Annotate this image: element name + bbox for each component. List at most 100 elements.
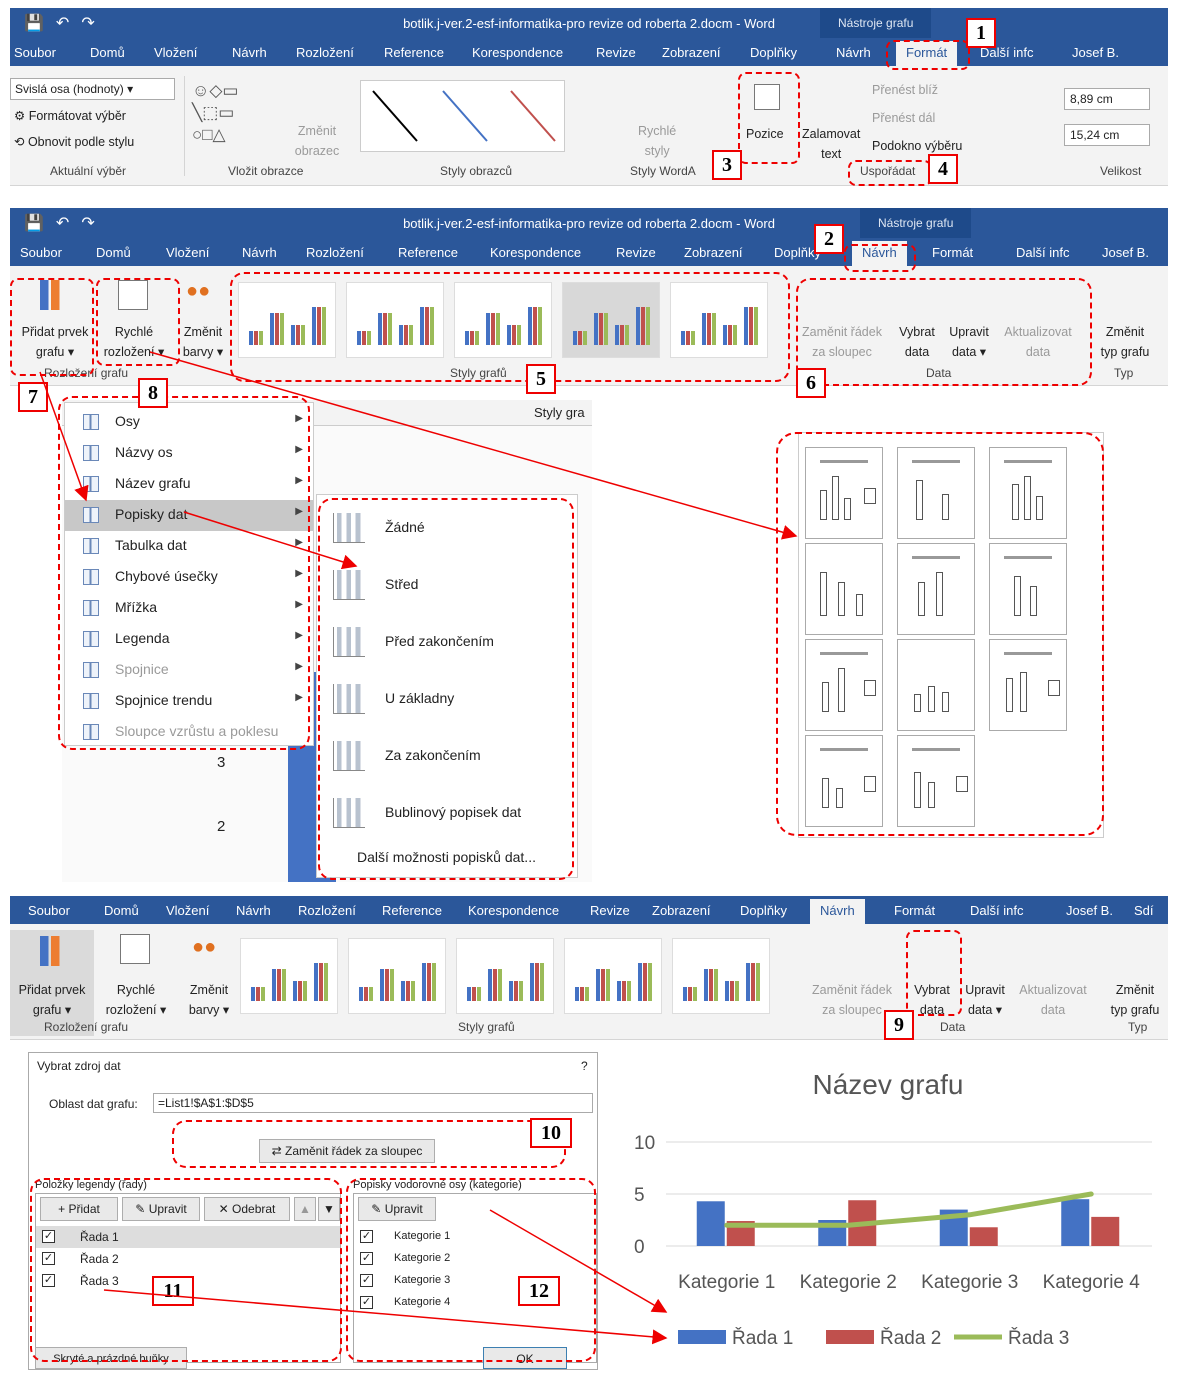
style-thumb-bar (627, 981, 631, 1001)
style-thumb-bar (298, 981, 302, 1001)
add-element-icon (40, 936, 68, 966)
send-backward-button[interactable]: Přenést dál (872, 108, 935, 128)
style-thumb-bar (693, 987, 697, 1001)
ribbon-tabs-2: Soubor Domů Vložení Návrh Rozložení Refe… (10, 238, 1168, 266)
style-thumb-bar (601, 969, 605, 1001)
tab-korespondence[interactable]: Korespondence (468, 903, 559, 918)
chart-style-thumb[interactable] (564, 938, 662, 1014)
chart-style-thumb[interactable] (348, 938, 446, 1014)
tab-reference[interactable]: Reference (384, 45, 444, 60)
change-colors-button[interactable]: Změnit barvy ▾ (180, 980, 238, 1020)
style-thumb-bar (277, 969, 281, 1001)
quick-layout-button[interactable]: Rychlé rozložení ▾ (100, 980, 172, 1020)
width-input[interactable]: 15,24 cm (1064, 124, 1150, 146)
tab-domu[interactable]: Domů (96, 245, 131, 260)
tab-soubor[interactable]: Soubor (20, 245, 62, 260)
tab-navrh[interactable]: Návrh (232, 45, 267, 60)
refresh-data-button[interactable]: Aktualizovat data (1012, 980, 1094, 1020)
tab-revize[interactable]: Revize (590, 903, 630, 918)
reset-style-label: Obnovit podle stylu (27, 135, 135, 149)
group-chart-styles: Styly grafů (458, 1020, 515, 1034)
colors-label-1: Změnit (183, 325, 223, 339)
shape-styles-gallery[interactable] (360, 80, 565, 152)
range-input[interactable]: =List1!$A$1:$D$5 (153, 1093, 593, 1113)
tab-zobrazeni[interactable]: Zobrazení (652, 903, 711, 918)
title-bar-2: 💾↶↷ botlik.j-ver.2-esf-informatika-pro r… (10, 208, 1168, 238)
group-layout: Rozložení grafu (44, 1020, 129, 1034)
chart-style-thumb[interactable] (672, 938, 770, 1014)
height-input[interactable]: 8,89 cm (1064, 88, 1150, 110)
type-label-1: Změnit (1105, 325, 1145, 339)
user-name[interactable]: Josef B. (1066, 903, 1113, 918)
style-thumb-bar (648, 963, 652, 1001)
x-tick-label: Kategorie 1 (678, 1272, 775, 1293)
tab-doplnky[interactable]: Doplňky (740, 903, 787, 918)
tab-navrh[interactable]: Návrh (236, 903, 271, 918)
tab-domu[interactable]: Domů (104, 903, 139, 918)
swap-label-1: Zaměnit řádek (812, 983, 892, 997)
tab-doplnky[interactable]: Doplňky (750, 45, 797, 60)
style-thumb-bar (535, 963, 539, 1001)
change-colors-button[interactable]: Změnit barvy ▾ (174, 322, 232, 362)
tell-me[interactable]: Další infc (970, 903, 1023, 918)
user-name[interactable]: Josef B. (1072, 45, 1119, 60)
tab-rozlozeni[interactable]: Rozložení (306, 245, 364, 260)
change-chart-type-button[interactable]: Změnit typ grafu (1102, 980, 1168, 1020)
tab-format[interactable]: Formát (932, 245, 973, 260)
quick-styles-button[interactable]: Rychlé styly (638, 121, 676, 161)
share-button[interactable]: Sdí (1134, 903, 1154, 918)
styles-label: styly (644, 144, 670, 158)
tab-rozlozeni[interactable]: Rozložení (298, 903, 356, 918)
tab-zobrazeni[interactable]: Zobrazení (684, 245, 743, 260)
tab-vlozeni[interactable]: Vložení (154, 45, 197, 60)
shapes-gallery[interactable]: ☺◇▭ ╲⬚▭ ○□△ (192, 80, 272, 150)
tab-chart-navrh[interactable]: Návrh (810, 899, 865, 924)
bring-forward-button[interactable]: Přenést blíž (872, 80, 938, 100)
tab-revize[interactable]: Revize (616, 245, 656, 260)
tab-rozlozeni[interactable]: Rozložení (296, 45, 354, 60)
tab-vlozeni[interactable]: Vložení (166, 245, 209, 260)
tab-reference[interactable]: Reference (382, 903, 442, 918)
tab-korespondence[interactable]: Korespondence (472, 45, 563, 60)
add-chart-element-button[interactable]: Přidat prvek grafu ▾ (12, 980, 92, 1020)
tab-soubor[interactable]: Soubor (14, 45, 56, 60)
edit-data-button[interactable]: Upravit data ▾ (960, 980, 1010, 1020)
change-shape-button[interactable]: Změnit obrazec (292, 121, 342, 161)
style-thumb-bar (488, 969, 492, 1001)
group-type: Typ (1128, 1020, 1148, 1034)
tab-korespondence[interactable]: Korespondence (490, 245, 581, 260)
tab-zobrazeni[interactable]: Zobrazení (662, 45, 721, 60)
chart-styles-gallery-3[interactable] (240, 938, 780, 1014)
tab-vlozeni[interactable]: Vložení (166, 903, 209, 918)
tell-me[interactable]: Další infc (1016, 245, 1069, 260)
reset-style-button[interactable]: ⟲ Obnovit podle stylu (14, 132, 134, 152)
selection-pane-button[interactable]: Podokno výběru (872, 136, 962, 156)
highlight (738, 72, 800, 164)
quick-label-2: rozložení (105, 1003, 157, 1017)
user-name[interactable]: Josef B. (1102, 245, 1149, 260)
chart-area[interactable]: Název grafu 10 5 0 Kategorie 1 Kategorie 2 Kat… (604, 1046, 1172, 1370)
tab-navrh[interactable]: Návrh (242, 245, 277, 260)
format-selection-button[interactable]: ⚙ Formátovat výběr (14, 106, 126, 126)
style-thumb-bar (622, 981, 626, 1001)
style-thumb-bar (704, 969, 708, 1001)
tab-format[interactable]: Formát (894, 903, 935, 918)
wrap-text-button[interactable]: Zalamovat text (802, 124, 860, 164)
tab-soubor[interactable]: Soubor (28, 903, 70, 918)
chart-element-dropdown[interactable]: Svislá osa (hodnoty) ▾ (10, 78, 175, 100)
help-button[interactable]: ? (581, 1059, 588, 1073)
style-thumb-bar (596, 969, 600, 1001)
change-chart-type-button[interactable]: Změnit typ grafu (1092, 322, 1158, 362)
chart-style-thumb[interactable] (456, 938, 554, 1014)
tab-domu[interactable]: Domů (90, 45, 125, 60)
tab-reference[interactable]: Reference (398, 245, 458, 260)
callout-3: 3 (712, 150, 742, 180)
style-thumb-bar (735, 981, 739, 1001)
tab-revize[interactable]: Revize (596, 45, 636, 60)
chart-style-thumb[interactable] (240, 938, 338, 1014)
tab-chart-navrh[interactable]: Návrh (836, 45, 871, 60)
callout-11: 11 (152, 1276, 194, 1306)
style-thumb-bar (324, 963, 328, 1001)
style-thumb-bar (390, 969, 394, 1001)
change-colors-icon: ●● (192, 936, 217, 958)
